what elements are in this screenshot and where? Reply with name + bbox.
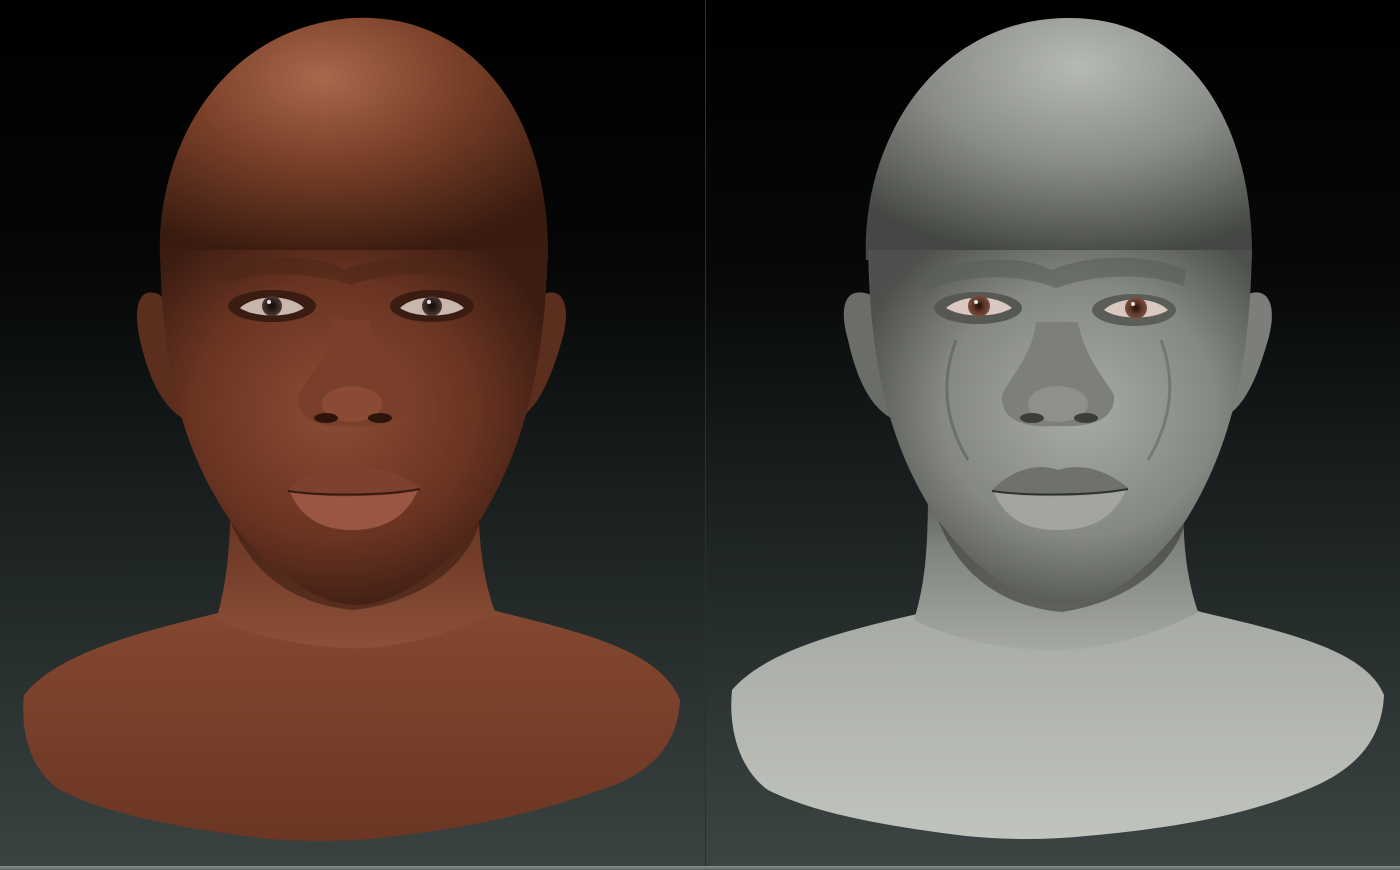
cranium-shape — [159, 17, 549, 261]
clay-face-shape — [868, 250, 1252, 605]
right-nostril — [368, 413, 392, 423]
left-nostril — [314, 413, 338, 423]
left-iris — [262, 296, 282, 316]
right-eye-highlight — [427, 300, 431, 304]
textured-render-viewport — [0, 0, 705, 866]
bottom-edge-strip — [0, 866, 1400, 870]
clay-sculpt-viewport — [706, 0, 1400, 866]
right-iris — [422, 296, 442, 316]
face-shape — [160, 250, 548, 605]
left-eye-highlight — [267, 300, 271, 304]
clay-head-bust — [731, 17, 1384, 839]
clay-left-iris — [968, 295, 990, 317]
clay-right-iris — [1125, 297, 1147, 319]
clay-right-eye-highlight — [1131, 302, 1135, 306]
clay-right-nostril — [1074, 413, 1098, 423]
clay-cranium-shape — [865, 17, 1253, 261]
clay-left-nostril — [1020, 413, 1044, 423]
render-stage — [0, 0, 1400, 870]
textured-head-bust — [23, 17, 680, 841]
clay-left-eye-highlight — [974, 300, 978, 304]
